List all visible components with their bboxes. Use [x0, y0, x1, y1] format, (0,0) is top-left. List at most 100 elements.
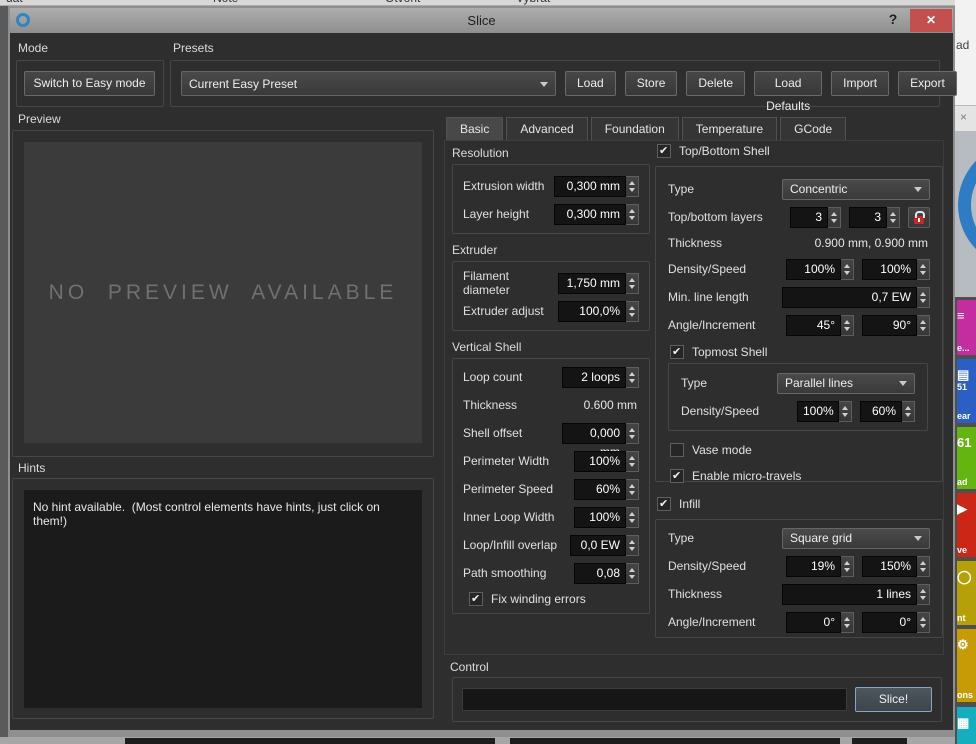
- lock-ratio-button[interactable]: [908, 207, 930, 228]
- infill-increment-spinbox[interactable]: 0°: [862, 612, 930, 633]
- spinner-buttons[interactable]: [626, 367, 639, 388]
- tbs-density-spinbox[interactable]: 100%: [786, 259, 854, 280]
- spinner-buttons[interactable]: [917, 584, 930, 605]
- infill-angle-spinbox[interactable]: 0°: [786, 612, 854, 633]
- bg-text-fragment: Otvorit: [385, 0, 420, 5]
- field-label: Shell offset: [463, 426, 522, 440]
- toolbar-button-load[interactable]: 61 ad: [957, 427, 976, 489]
- setting-row: Min. line length 0,7 EW: [656, 283, 942, 311]
- layer-height-spinbox[interactable]: 0,300 mm: [554, 204, 639, 225]
- filament-diameter-spinbox[interactable]: 1,750 mm: [558, 273, 639, 294]
- store-button[interactable]: Store: [625, 71, 678, 96]
- tbs-angle-spinbox[interactable]: 45°: [786, 315, 854, 336]
- spinner-buttons[interactable]: [917, 315, 930, 336]
- tab-gcode[interactable]: GCode: [780, 117, 846, 140]
- checkbox-label: Vase mode: [692, 443, 752, 457]
- field-label: Loop count: [463, 370, 522, 384]
- import-button[interactable]: Import: [831, 71, 889, 96]
- load-button[interactable]: Load: [565, 71, 616, 96]
- path-smoothing-spinbox[interactable]: 0,08: [574, 563, 639, 584]
- spinner-buttons[interactable]: [626, 479, 639, 500]
- spinner-buttons[interactable]: [626, 301, 639, 322]
- extrusion-width-spinbox[interactable]: 0,300 mm: [554, 176, 639, 197]
- tab-basic[interactable]: Basic: [446, 117, 503, 141]
- loop-count-spinbox[interactable]: 2 loops: [562, 367, 639, 388]
- spinner-buttons[interactable]: [626, 451, 639, 472]
- spinner-buttons[interactable]: [626, 176, 639, 197]
- infill-type-combobox[interactable]: Square grid: [782, 528, 930, 549]
- tab-advanced[interactable]: Advanced: [506, 117, 587, 140]
- perimeter-width-spinbox[interactable]: 100%: [574, 451, 639, 472]
- field-value: 0,7 EW: [782, 287, 917, 308]
- vase-mode-checkbox[interactable]: Vase mode: [670, 439, 942, 461]
- tbs-speed-spinbox[interactable]: 100%: [862, 259, 930, 280]
- loop-infill-overlap-spinbox[interactable]: 0,0 EW: [570, 535, 639, 556]
- tbs-type-combobox[interactable]: Concentric: [782, 179, 930, 200]
- perimeter-speed-spinbox[interactable]: 60%: [574, 479, 639, 500]
- toolbar-button-print[interactable]: ◯ nt: [957, 561, 976, 625]
- spinner-buttons[interactable]: [917, 287, 930, 308]
- field-label: Inner Loop Width: [463, 510, 554, 524]
- field-label: Top/bottom layers: [668, 210, 763, 224]
- infill-speed-spinbox[interactable]: 150%: [862, 556, 930, 577]
- field-value: 1,750 mm: [558, 273, 626, 294]
- slice-button[interactable]: Slice!: [855, 687, 932, 712]
- spinner-buttons[interactable]: [626, 423, 639, 444]
- inner-loop-width-spinbox[interactable]: 100%: [574, 507, 639, 528]
- bottom-layers-spinbox[interactable]: 3: [849, 207, 900, 228]
- toolbar-button-save[interactable]: ▶ ve: [957, 493, 976, 557]
- spinner-buttons[interactable]: [626, 273, 639, 294]
- spinner-buttons[interactable]: [917, 556, 930, 577]
- help-button[interactable]: ?: [885, 11, 901, 27]
- toolbar-button-partial[interactable]: ▦: [957, 707, 976, 744]
- spinner-buttons[interactable]: [626, 563, 639, 584]
- tab-foundation[interactable]: Foundation: [591, 117, 679, 140]
- min-line-length-spinbox[interactable]: 0,7 EW: [782, 287, 930, 308]
- export-button[interactable]: Export: [898, 71, 957, 96]
- screen: dat Note Otvorit Vybrat ad × ≡ e... ▤ 51: [0, 0, 976, 744]
- spinner-buttons[interactable]: [917, 612, 930, 633]
- spinner-buttons[interactable]: [626, 535, 639, 556]
- spinner-buttons[interactable]: [841, 315, 854, 336]
- toolbar-button-clear[interactable]: ▤ 51 ear: [957, 359, 976, 423]
- topmost-type-combobox[interactable]: Parallel lines: [777, 373, 915, 394]
- micro-travels-checkbox[interactable]: Enable micro-travels: [670, 465, 942, 487]
- spinner-buttons[interactable]: [841, 259, 854, 280]
- topmost-speed-spinbox[interactable]: 60%: [860, 401, 915, 422]
- infill-checkbox[interactable]: Infill: [657, 497, 700, 511]
- close-button[interactable]: ✕: [910, 9, 952, 32]
- spinner-buttons[interactable]: [626, 507, 639, 528]
- spinner-buttons[interactable]: [902, 401, 915, 422]
- topmost-density-spinbox[interactable]: 100%: [797, 401, 852, 422]
- load-defaults-button[interactable]: Load Defaults: [754, 71, 822, 96]
- toolbar-button-menu[interactable]: ≡ e...: [957, 300, 976, 355]
- shell-offset-spinbox[interactable]: 0,000 mm: [562, 423, 639, 444]
- combobox-value: Concentric: [790, 182, 847, 196]
- infill-thickness-spinbox[interactable]: 1 lines: [782, 584, 930, 605]
- preset-combobox[interactable]: Current Easy Preset: [181, 71, 556, 96]
- fix-winding-errors-checkbox[interactable]: Fix winding errors: [469, 592, 586, 606]
- top-bottom-shell-checkbox[interactable]: Top/Bottom Shell: [657, 144, 770, 158]
- spinner-buttons[interactable]: [841, 556, 854, 577]
- tab-temperature[interactable]: Temperature: [682, 117, 777, 140]
- setting-row: Type Concentric: [656, 175, 942, 203]
- checkbox-icon: [657, 497, 671, 511]
- switch-easy-mode-button[interactable]: Switch to Easy mode: [24, 71, 155, 96]
- tbs-increment-spinbox[interactable]: 90°: [862, 315, 930, 336]
- top-layers-spinbox[interactable]: 3: [790, 207, 841, 228]
- spinner-buttons[interactable]: [917, 259, 930, 280]
- spinner-buttons[interactable]: [887, 207, 900, 228]
- infill-density-spinbox[interactable]: 19%: [786, 556, 854, 577]
- delete-button[interactable]: Delete: [686, 71, 745, 96]
- toolbar-button-options[interactable]: ⚙ ons: [957, 629, 976, 702]
- spinner-buttons[interactable]: [841, 612, 854, 633]
- extruder-adjust-spinbox[interactable]: 100,0%: [558, 301, 639, 322]
- spinner-buttons[interactable]: [626, 204, 639, 225]
- spinner-buttons[interactable]: [828, 207, 841, 228]
- topmost-shell-checkbox[interactable]: Topmost Shell: [670, 345, 942, 359]
- dialog-body: Mode Switch to Easy mode Presets Current…: [10, 33, 953, 730]
- titlebar[interactable]: Slice ? ✕: [10, 8, 953, 33]
- spinner-buttons[interactable]: [839, 401, 852, 422]
- field-label: Thickness: [463, 398, 517, 412]
- bg-panel-close-button[interactable]: ×: [955, 105, 976, 131]
